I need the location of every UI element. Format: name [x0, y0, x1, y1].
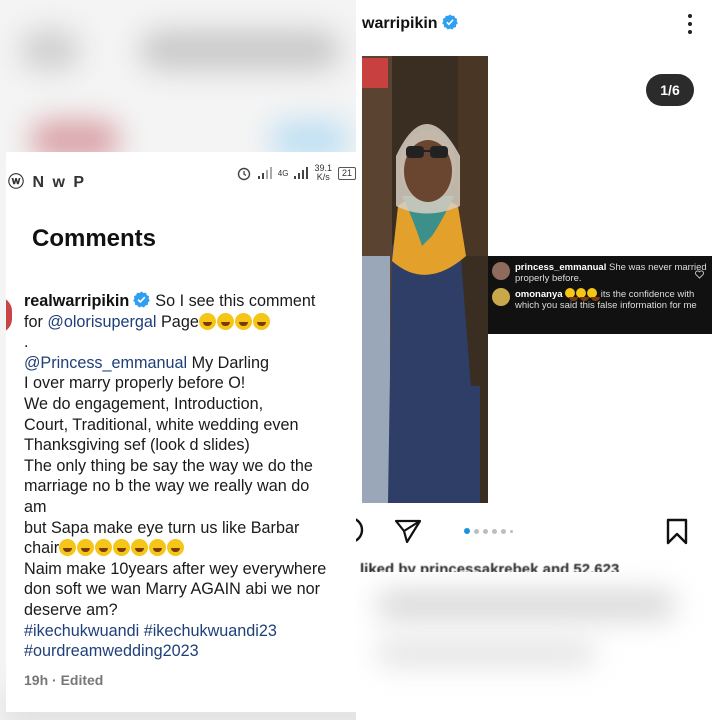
blurred-caption [376, 640, 596, 666]
post-photo[interactable] [362, 56, 488, 503]
laughing-emoji-icon [113, 539, 131, 557]
hashtag-link[interactable]: #ikechukwuandi23 [144, 622, 277, 640]
post-header: warripikin [356, 0, 720, 50]
comment-screenshot-overlay: princess_emmanual She was never married … [488, 256, 712, 334]
avatar[interactable] [6, 297, 12, 333]
share-icon[interactable] [394, 518, 422, 544]
edited-label: Edited [60, 672, 104, 688]
blurred-caption [376, 590, 676, 620]
verified-badge-icon [133, 291, 151, 308]
alarm-icon [237, 167, 250, 181]
hashtag-link[interactable]: #ikechukwuandi [24, 622, 139, 640]
laughing-emoji-icon [198, 312, 216, 330]
laughing-emoji-icon [216, 312, 234, 330]
carousel-dot [492, 528, 497, 534]
verified-badge-icon [441, 14, 458, 30]
carousel-dot [501, 528, 506, 534]
bookmark-icon[interactable] [666, 518, 688, 545]
overlay-comment-1: princess_emmanual She was never married … [492, 262, 712, 284]
laughing-emoji-icon [59, 539, 77, 557]
laughing-emoji-icon [149, 539, 167, 557]
network-speed: 39.1 K/s [314, 163, 332, 182]
laughing-emoji-icon [95, 539, 113, 557]
carousel-dot-active [464, 528, 470, 534]
battery-icon: 21 [337, 166, 356, 180]
laughing-emoji-icon [77, 539, 95, 557]
laughing-emoji-icon [131, 539, 149, 557]
status-app-icons: ⓦ N ᴡ P [8, 174, 87, 191]
hashtag-link[interactable]: #ourdreamwedding2023 [24, 642, 199, 660]
carousel-indicator [464, 528, 513, 534]
comment-text: realwarripikin So I see this comment for … [24, 291, 327, 661]
avatar [492, 288, 510, 306]
carousel-dot [483, 528, 488, 534]
comment-meta: 19h · Edited [24, 672, 104, 688]
laughing-emoji-icon [576, 288, 590, 301]
instagram-post: warripikin 1/6 princess_emmanual She was [356, 0, 720, 720]
carousel-page-counter: 1/6 [646, 74, 694, 106]
laughing-emoji-icon [565, 288, 579, 301]
comment-icon[interactable] [356, 518, 366, 544]
laughing-emoji-icon [587, 288, 601, 301]
status-right: 4G 39.1 K/s 21 [236, 164, 356, 182]
laughing-emoji-icon [234, 312, 252, 330]
post-username[interactable]: warripikin [362, 14, 458, 33]
carousel-dot [474, 528, 479, 534]
laughing-emoji-icon [167, 539, 185, 557]
overlay-comment-2: omonanya its the confidence with which y… [492, 288, 705, 311]
mention-link[interactable]: @Princess_emmanual [24, 354, 187, 372]
comment-time: 19h [24, 672, 49, 688]
comment-username[interactable]: realwarripikin [24, 292, 129, 310]
comments-screenshot: ⓦ N ᴡ P 4G 39.1 K/s 21 Comments realwarri… [6, 152, 356, 712]
avatar [492, 262, 510, 280]
signal-icon [294, 167, 309, 179]
status-bar: ⓦ N ᴡ P 4G 39.1 K/s 21 [6, 152, 356, 198]
more-options-icon[interactable] [686, 12, 694, 36]
heart-icon [695, 270, 704, 279]
network-type: 4G [277, 168, 289, 178]
photo-illustration [362, 56, 488, 503]
mention-link[interactable]: @olorisupergal [47, 313, 156, 331]
likes-line: liked by princessakrebek and 52,623 [360, 561, 620, 572]
signal-icon [257, 167, 272, 179]
carousel-dot [510, 529, 513, 533]
laughing-emoji-icon [252, 312, 270, 330]
page-title: Comments [32, 225, 157, 252]
